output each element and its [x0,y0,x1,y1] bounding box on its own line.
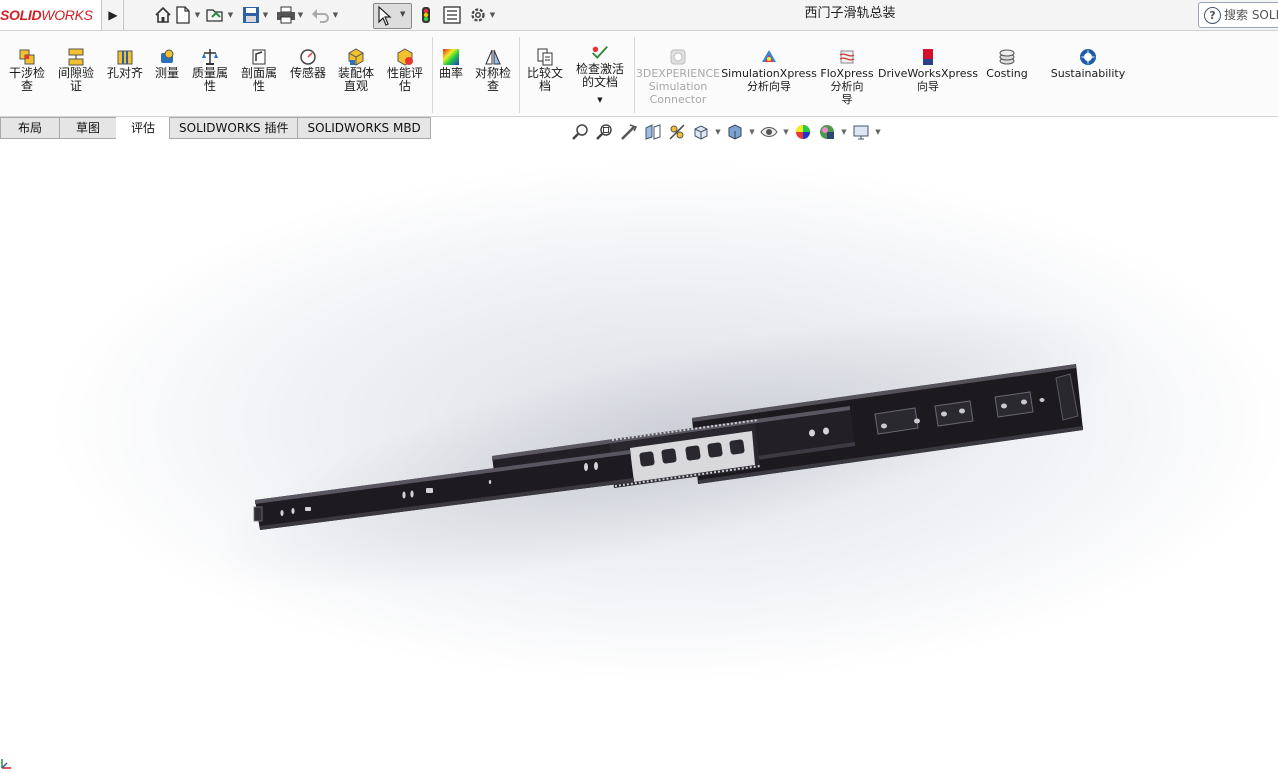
coordinate-triad-icon [1,759,11,769]
drawer-slide-assembly-model[interactable] [0,0,1278,773]
